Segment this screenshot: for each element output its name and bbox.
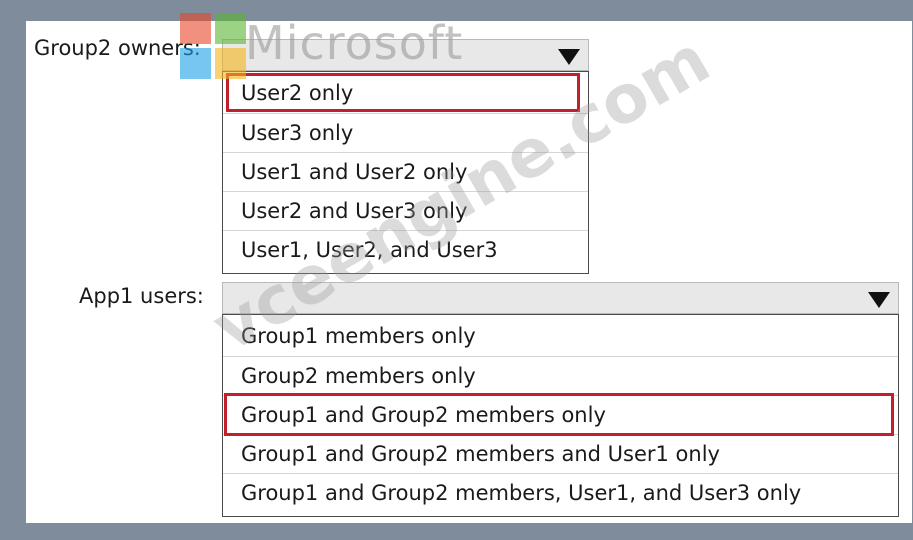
app1-users-option-5[interactable]: Group1 and Group2 members, User1, and Us… (223, 473, 898, 512)
app1-users-option-2[interactable]: Group2 members only (223, 356, 898, 395)
app1-users-option-3[interactable]: Group1 and Group2 members only (223, 395, 898, 434)
microsoft-logo-icon (180, 13, 246, 79)
app1-users-option-4[interactable]: Group1 and Group2 members and User1 only (223, 434, 898, 473)
app1-users-dropdown[interactable] (222, 282, 899, 314)
group2-owners-option-4[interactable]: User2 and User3 only (223, 191, 588, 230)
app1-users-options-list: Group1 members only Group2 members only … (222, 314, 899, 517)
group2-owners-label: Group2 owners: (34, 36, 201, 60)
app1-users-label: App1 users: (79, 284, 204, 308)
microsoft-logo-text: Microsoft (245, 16, 464, 70)
chevron-down-icon[interactable] (558, 49, 580, 65)
group2-owners-option-5[interactable]: User1, User2, and User3 (223, 230, 588, 269)
group2-owners-options-list: User2 only User3 only User1 and User2 on… (222, 71, 589, 274)
app1-users-option-1[interactable]: Group1 members only (223, 317, 898, 356)
group2-owners-option-1[interactable]: User2 only (223, 74, 588, 113)
group2-owners-option-2[interactable]: User3 only (223, 113, 588, 152)
chevron-down-icon[interactable] (868, 292, 890, 308)
group2-owners-option-3[interactable]: User1 and User2 only (223, 152, 588, 191)
